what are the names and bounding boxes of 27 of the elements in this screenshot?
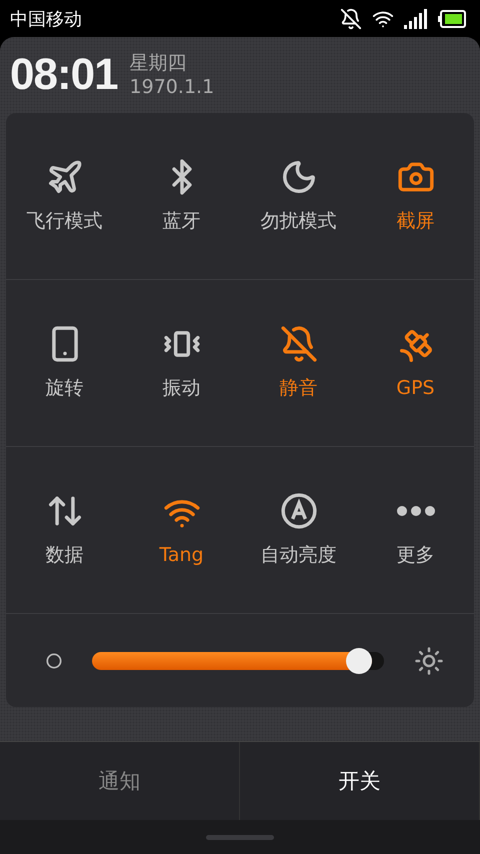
toggle-button[interactable]: Tang	[159, 494, 204, 566]
clock-time: 08:01	[10, 50, 118, 100]
toggle-button[interactable]: 勿扰模式	[260, 158, 336, 234]
bell-off-icon	[340, 8, 362, 30]
toggle-button[interactable]: 蓝牙	[162, 158, 200, 234]
toggle-button[interactable]: 更多	[396, 492, 434, 568]
toggle-button[interactable]: 振动	[162, 325, 200, 401]
drag-handle[interactable]	[206, 834, 274, 840]
date: 1970.1.1	[130, 75, 214, 99]
toggle-button[interactable]: 数据	[46, 492, 84, 568]
bell-off-icon	[280, 325, 318, 363]
toggle-button[interactable]: 飞行模式	[26, 158, 102, 234]
slider-thumb[interactable]	[346, 648, 372, 674]
toggle-button[interactable]: 截屏	[396, 158, 434, 234]
weekday: 星期四	[130, 51, 188, 75]
toggle-button[interactable]: 旋转	[46, 325, 84, 401]
sun-icon	[414, 646, 444, 676]
toggle-button[interactable]: 自动亮度	[260, 492, 336, 568]
signal-icon	[404, 8, 428, 28]
brightness-slider[interactable]	[92, 648, 384, 674]
battery-icon	[438, 10, 466, 28]
carrier-name: 中国移动	[10, 8, 82, 30]
dim-icon	[46, 652, 62, 668]
toggle-button[interactable]: GPS	[396, 327, 435, 399]
toggle-button[interactable]: 静音	[280, 325, 318, 401]
more-icon	[396, 506, 434, 516]
auto-brightness-icon	[280, 492, 318, 530]
